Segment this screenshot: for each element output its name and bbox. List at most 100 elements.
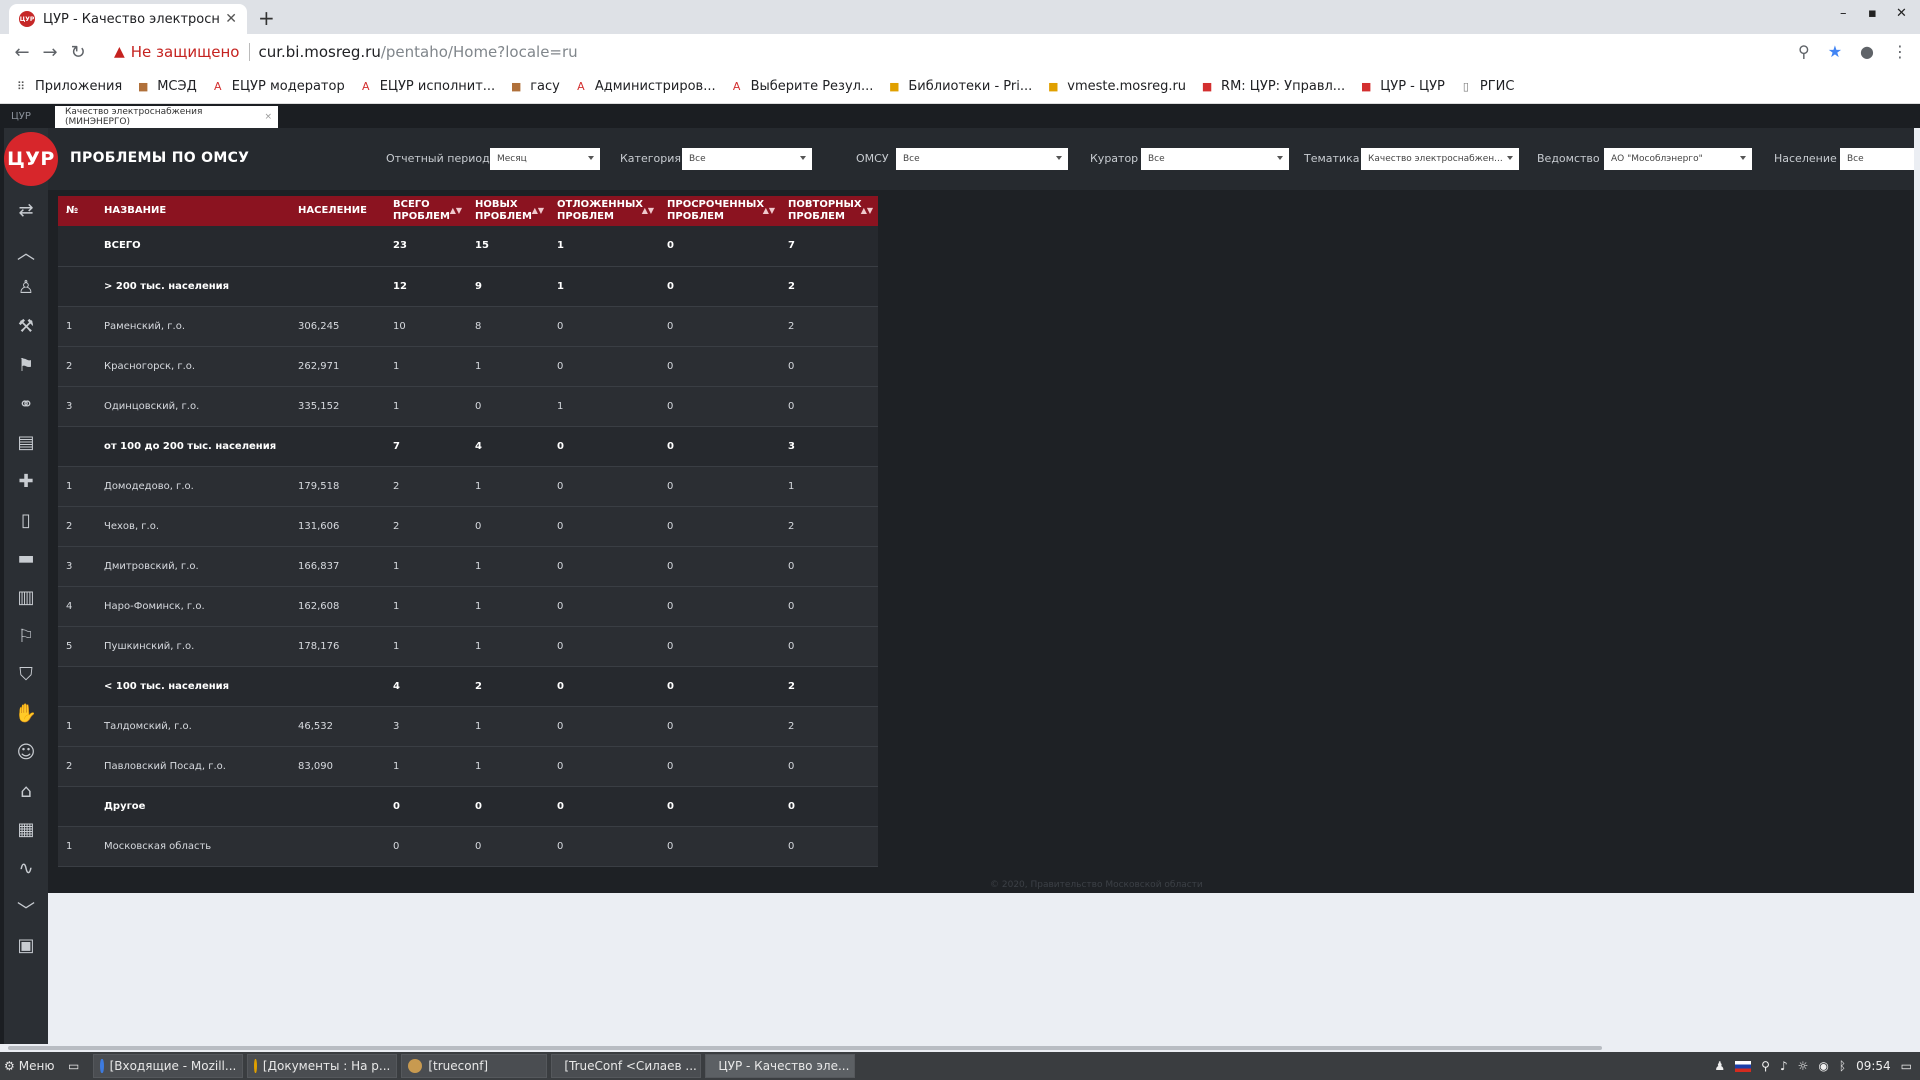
table-row[interactable]: 5 Пушкинский, г.о. 178,176 1 1 0 0 0 <box>58 626 878 667</box>
close-window-icon[interactable]: ✕ <box>1896 6 1907 21</box>
bookmark-item[interactable]: ▯ РГИС <box>1459 79 1515 94</box>
filter-omsu-select[interactable]: Все <box>896 148 1068 170</box>
handshake-icon[interactable]: ⚭ <box>4 394 48 415</box>
trash-icon[interactable]: ▥ <box>4 587 48 608</box>
sort-icon[interactable]: ▲▼ <box>861 205 873 217</box>
col-name-header[interactable]: НАЗВАНИЕ <box>96 196 290 226</box>
col-total-header[interactable]: ВСЕГО ПРОБЛЕМ ▲▼ <box>385 196 467 226</box>
table-row[interactable]: 3 Одинцовский, г.о. 335,152 1 0 1 0 0 <box>58 386 878 427</box>
col-overdue-header[interactable]: ПРОСРОЧЕННЫХ ПРОБЛЕМ ▲▼ <box>659 196 780 226</box>
table-row[interactable]: 2 Красногорск, г.о. 262,971 1 1 0 0 0 <box>58 346 878 387</box>
brightness-icon[interactable]: ☼ <box>1798 1059 1809 1073</box>
bookmark-item[interactable]: ⠿ Приложения <box>14 79 122 94</box>
pentaho-tab-active[interactable]: Качество электроснабжения (МИНЭНЕРГО) × <box>55 106 278 128</box>
hand-icon[interactable]: ✋ <box>4 703 48 724</box>
crane-icon[interactable]: ⚐ <box>4 626 48 647</box>
start-menu-button[interactable]: ⚙ Меню <box>0 1059 64 1073</box>
user-icon[interactable]: ♟ <box>1714 1059 1725 1073</box>
browser-tab[interactable]: ЦУР ЦУР - Качество электроснаб ✕ <box>9 4 247 34</box>
file-manager-icon[interactable]: ▭ <box>68 1059 79 1073</box>
taskbar-window[interactable]: [trueconf] <box>401 1054 548 1078</box>
shield-check-icon[interactable]: ⛉ <box>4 664 48 685</box>
sort-icon[interactable]: ▲▼ <box>763 205 775 217</box>
language-flag-icon[interactable] <box>1735 1060 1752 1072</box>
reload-icon[interactable]: ↻ <box>64 42 92 63</box>
col-population-header[interactable]: НАСЕЛЕНИЕ <box>290 196 385 226</box>
gesture-icon[interactable]: ∿ <box>4 858 48 879</box>
col-postponed-header[interactable]: ОТЛОЖЕННЫХ ПРОБЛЕМ ▲▼ <box>549 196 659 226</box>
url-input[interactable]: ▲ Не защищено cur.bi.mosreg.ru/pentaho/H… <box>114 38 578 66</box>
chevron-up-icon[interactable]: ︿ <box>4 239 48 265</box>
filter-population-select[interactable]: Все <box>1840 148 1914 170</box>
minimize-icon[interactable]: – <box>1840 6 1847 21</box>
bookmark-item[interactable]: A ЕЦУР модератор <box>211 79 345 94</box>
taskbar-window[interactable]: [TrueConf <Силаев ... <box>551 1054 702 1078</box>
taskbar-window[interactable]: [Документы : На р... <box>247 1054 398 1078</box>
filter-curator-select[interactable]: Все <box>1141 148 1289 170</box>
bookmark-item[interactable]: ■ гасу <box>509 79 560 94</box>
maximize-icon[interactable]: ▪ <box>1868 6 1877 21</box>
taskbar-window[interactable]: ЦУР - Качество эле... <box>705 1054 856 1078</box>
bookmark-item[interactable]: A Выберите Резул... <box>730 79 874 94</box>
table-group-row[interactable]: < 100 тыс. населения 4 2 0 0 2 <box>58 666 878 707</box>
filter-period-select[interactable]: Месяц <box>490 148 600 170</box>
col-num-header[interactable]: № <box>58 196 96 226</box>
table-row[interactable]: 2 Чехов, г.о. 131,606 2 0 0 0 2 <box>58 506 878 547</box>
kebab-menu-icon[interactable]: ⋮ <box>1892 42 1908 61</box>
pentaho-tab-home[interactable]: ЦУР <box>0 104 42 128</box>
close-tab-icon[interactable]: ✕ <box>225 11 237 27</box>
sort-icon[interactable]: ▲▼ <box>532 205 544 217</box>
teacher-icon[interactable]: ☺ <box>4 742 48 763</box>
clock[interactable]: 09:54 <box>1856 1059 1891 1073</box>
bookmark-item[interactable]: A Администриров... <box>574 79 716 94</box>
col-new-header[interactable]: НОВЫХ ПРОБЛЕМ ▲▼ <box>467 196 549 226</box>
sort-icon[interactable]: ▲▼ <box>642 205 654 217</box>
trueconf-tray-icon[interactable]: ◉ <box>1818 1059 1828 1073</box>
close-pentaho-tab-icon[interactable]: × <box>264 112 272 122</box>
person-icon[interactable]: ♙ <box>4 277 48 298</box>
table-row[interactable]: 2 Павловский Посад, г.о. 83,090 1 1 0 0 0 <box>58 746 878 787</box>
filter-agency-select[interactable]: АО "Мособлэнерго" <box>1604 148 1752 170</box>
filter-category-select[interactable]: Все <box>682 148 812 170</box>
medical-cross-icon[interactable]: ✚ <box>4 471 48 492</box>
bookmark-item[interactable]: ■ Библиотеки - Pri... <box>887 79 1032 94</box>
table-group-row[interactable]: от 100 до 200 тыс. населения 7 4 0 0 3 <box>58 426 878 467</box>
taskbar-window[interactable]: [Входящие - Mozill... <box>93 1054 244 1078</box>
bluetooth-icon[interactable]: ᛒ <box>1839 1059 1846 1073</box>
zoom-icon[interactable]: ⚲ <box>1798 42 1810 61</box>
col-repeat-header[interactable]: ПОВТОРНЫХ ПРОБЛЕМ ▲▼ <box>780 196 878 226</box>
house-icon[interactable]: ⌂ <box>4 781 48 802</box>
flag-icon[interactable]: ⚑ <box>4 355 48 376</box>
bookmark-item[interactable]: A ЕЦУР исполнит... <box>359 79 495 94</box>
bookmark-item[interactable]: ■ RM: ЦУР: Управл... <box>1200 79 1345 94</box>
sort-icon[interactable]: ▲▼ <box>450 205 462 217</box>
scrollbar-thumb[interactable] <box>8 1046 1602 1050</box>
building-icon[interactable]: ▦ <box>4 819 48 840</box>
table-row[interactable]: 1 Домодедово, г.о. 179,518 2 1 0 0 1 <box>58 466 878 507</box>
star-icon[interactable]: ★ <box>1828 42 1842 61</box>
table-row[interactable]: 1 Раменский, г.о. 306,245 10 8 0 0 2 <box>58 306 878 347</box>
show-desktop-icon[interactable]: ▭ <box>1901 1059 1912 1073</box>
table-group-row[interactable]: Другое 0 0 0 0 0 <box>58 786 878 827</box>
table-group-row[interactable]: > 200 тыс. населения 12 9 1 0 2 <box>58 266 878 307</box>
table-row[interactable]: 1 Талдомский, г.о. 46,532 3 1 0 0 2 <box>58 706 878 747</box>
forward-icon[interactable]: → <box>36 42 64 63</box>
table-row[interactable]: 4 Наро-Фоминск, г.о. 162,608 1 1 0 0 0 <box>58 586 878 627</box>
chevron-down-icon[interactable]: ﹀ <box>4 897 48 923</box>
bookmark-item[interactable]: ■ ЦУР - ЦУР <box>1359 79 1445 94</box>
worker-icon[interactable]: ⚒ <box>4 316 48 337</box>
book-icon[interactable]: ▯ <box>4 510 48 531</box>
bookmark-item[interactable]: ■ vmeste.mosreg.ru <box>1046 79 1186 94</box>
new-tab-button[interactable]: + <box>258 6 275 30</box>
document-icon[interactable]: ▤ <box>4 432 48 453</box>
back-icon[interactable]: ← <box>8 42 36 63</box>
save-icon[interactable]: ▣ <box>4 935 48 956</box>
table-row[interactable]: 3 Дмитровский, г.о. 166,837 1 1 0 0 0 <box>58 546 878 587</box>
table-row[interactable]: 1 Московская область 0 0 0 0 0 <box>58 826 878 867</box>
network-icon[interactable]: ⚲ <box>1761 1059 1770 1073</box>
volume-icon[interactable]: ♪ <box>1780 1059 1788 1073</box>
bus-icon[interactable]: ▬ <box>4 548 48 569</box>
account-icon[interactable]: ● <box>1860 42 1874 61</box>
bookmark-item[interactable]: ■ МСЭД <box>136 79 197 94</box>
filter-topic-select[interactable]: Качество электроснабжен... <box>1361 148 1519 170</box>
